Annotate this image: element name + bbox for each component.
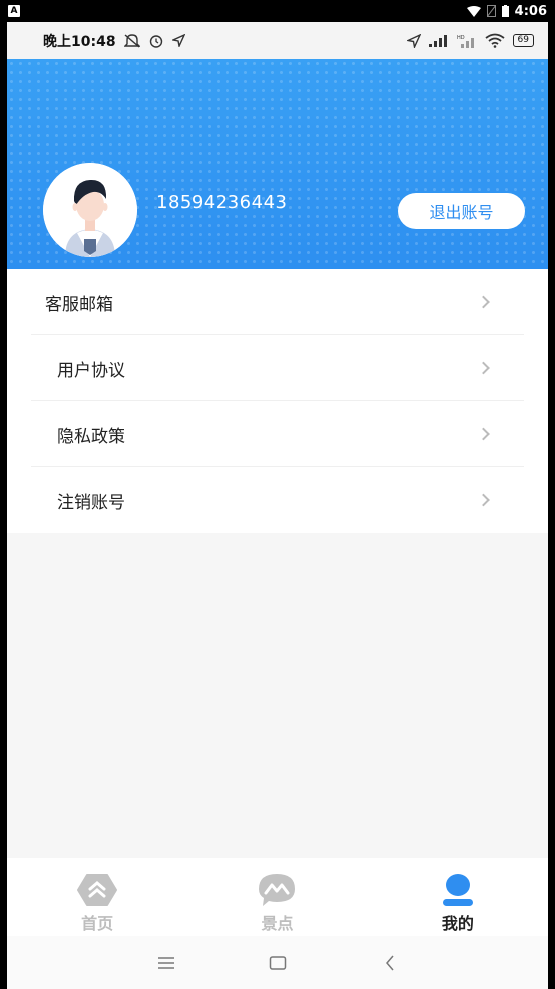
menu-icon <box>157 956 174 969</box>
notification-badge: A <box>8 5 20 17</box>
back-nav-button[interactable] <box>334 955 446 971</box>
square-home-icon <box>269 955 286 970</box>
tab-mine[interactable]: 我的 <box>368 858 548 936</box>
menu-item-customer-email[interactable]: 客服邮箱 <box>7 269 548 335</box>
avatar-illustration <box>43 163 137 257</box>
signal-icon <box>428 34 447 47</box>
home-nav-button[interactable] <box>222 955 334 971</box>
wifi-icon <box>466 5 481 17</box>
battery-level: 69 <box>512 34 534 47</box>
battery-icon <box>501 5 509 17</box>
menu-item-label: 隐私政策 <box>57 426 125 447</box>
scenic-icon <box>259 874 296 906</box>
system-status-bar: A 4:06 <box>0 0 555 22</box>
menu-item-label: 客服邮箱 <box>45 294 113 315</box>
alarm-icon <box>149 35 162 48</box>
location-icon <box>171 34 185 47</box>
tab-home[interactable]: 首页 <box>7 858 187 936</box>
menu-nav-button[interactable] <box>110 956 222 970</box>
chevron-right-icon <box>477 427 490 441</box>
system-clock: 4:06 <box>514 3 547 19</box>
menu-item-label: 用户协议 <box>57 360 125 381</box>
back-icon <box>385 955 394 970</box>
avatar[interactable] <box>43 163 137 257</box>
profile-header: 18594236443 退出账号 <box>7 59 548 269</box>
home-icon <box>77 874 118 906</box>
status-time: 晚上10:48 <box>43 33 116 50</box>
tab-label: 首页 <box>81 914 114 933</box>
menu-item-delete-account[interactable]: 注销账号 <box>7 467 548 533</box>
menu-item-label: 注销账号 <box>57 492 125 513</box>
user-phone-number: 18594236443 <box>156 192 288 213</box>
hd-signal-icon: HD <box>457 35 474 48</box>
location-arrow-icon <box>406 33 421 48</box>
chevron-right-icon <box>477 493 490 507</box>
system-navigation-bar <box>7 936 548 989</box>
mute-icon <box>123 33 140 48</box>
no-sim-icon <box>486 5 496 17</box>
logout-button[interactable]: 退出账号 <box>398 193 525 229</box>
menu-item-user-agreement[interactable]: 用户协议 <box>7 335 548 401</box>
app-status-bar: 晚上10:48 HD 69 <box>7 22 548 59</box>
chevron-right-icon <box>477 295 490 309</box>
settings-menu: 客服邮箱 用户协议 隐私政策 注销账号 <box>7 269 548 533</box>
tab-scenic[interactable]: 景点 <box>187 858 367 936</box>
app-screen: 晚上10:48 HD 69 18594236443 退出账号 客服邮箱 用户协议… <box>7 22 548 989</box>
svg-text:HD: HD <box>457 35 465 41</box>
menu-item-privacy-policy[interactable]: 隐私政策 <box>7 401 548 467</box>
profile-icon <box>442 874 473 906</box>
bottom-tab-bar: 首页 景点 我的 <box>7 858 548 936</box>
tab-label: 我的 <box>441 914 474 933</box>
tab-label: 景点 <box>261 914 294 933</box>
chevron-right-icon <box>477 361 490 375</box>
wifi-status-icon <box>484 33 505 48</box>
